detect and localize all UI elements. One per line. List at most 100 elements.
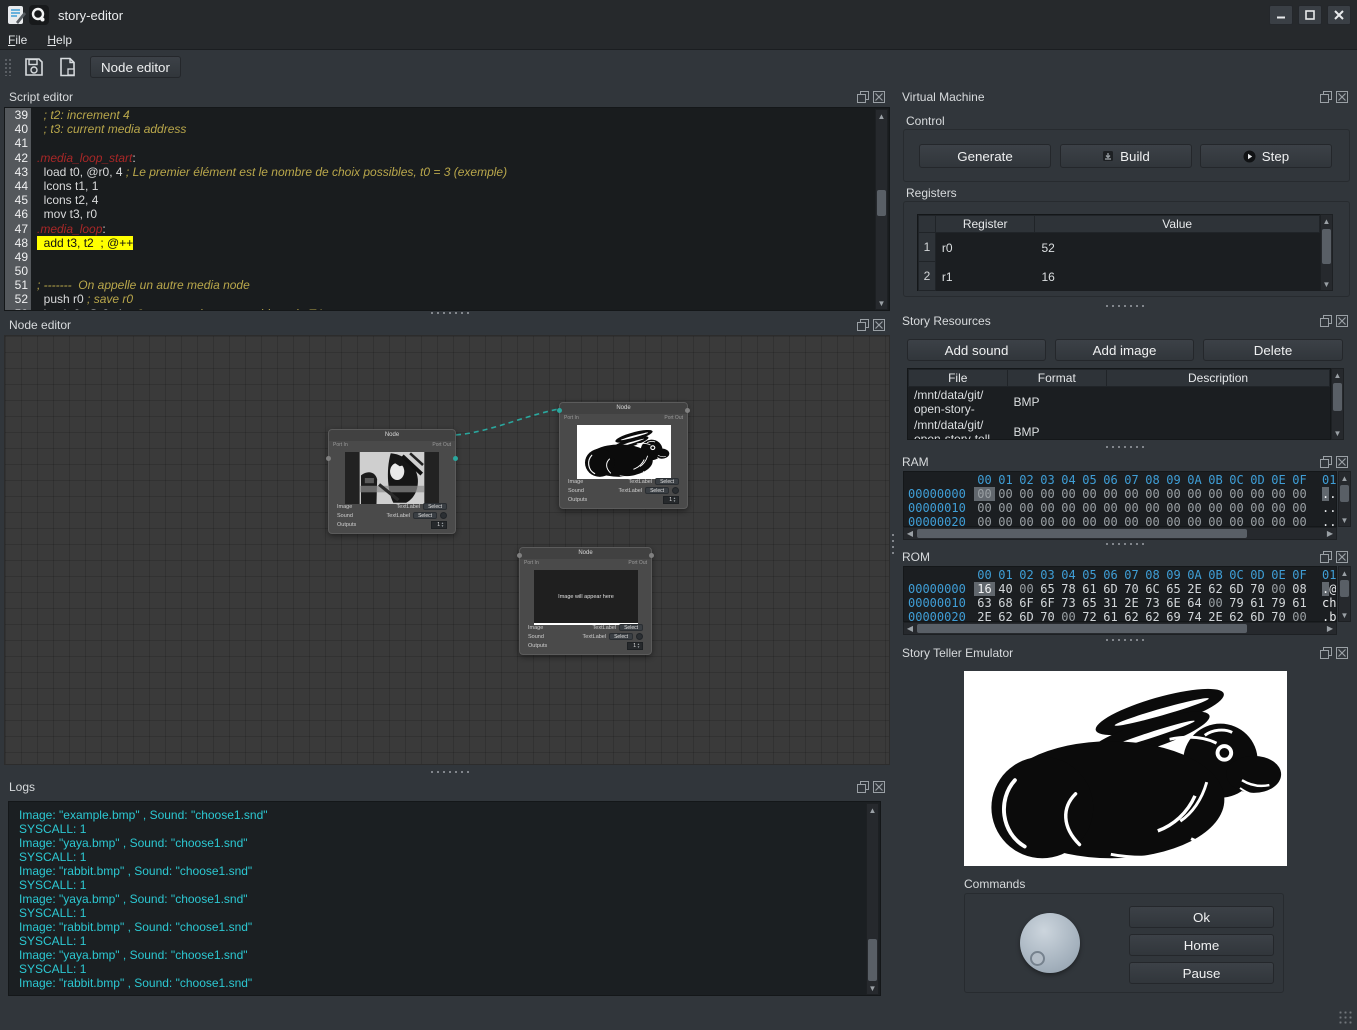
rom-vscrollbar[interactable]: ▲ ▼ bbox=[1338, 566, 1351, 622]
port-in-dot[interactable] bbox=[557, 408, 562, 413]
scroll-left-icon[interactable]: ◀ bbox=[904, 528, 916, 539]
select-image-button[interactable]: Select bbox=[619, 624, 643, 631]
step-button[interactable]: Step bbox=[1200, 144, 1332, 168]
hex-row[interactable]: 0000001000000000000000000000000000000000… bbox=[904, 501, 1336, 515]
add-sound-button[interactable]: Add sound bbox=[907, 339, 1046, 361]
port-in-dot[interactable] bbox=[517, 553, 522, 558]
register-row[interactable]: 1r052 bbox=[918, 233, 1320, 262]
registers-table[interactable]: Register Value 1r0522r116 bbox=[917, 214, 1321, 291]
scroll-down-icon[interactable]: ▼ bbox=[1339, 609, 1350, 621]
menu-help[interactable]: Help bbox=[47, 33, 72, 47]
port-out-dot[interactable] bbox=[453, 456, 458, 461]
close-button[interactable] bbox=[1327, 5, 1351, 25]
port-out-dot[interactable] bbox=[685, 408, 690, 413]
close-icon[interactable] bbox=[1336, 315, 1348, 327]
float-icon[interactable] bbox=[857, 319, 869, 331]
save-icon[interactable] bbox=[22, 55, 46, 79]
float-icon[interactable] bbox=[1320, 647, 1332, 659]
wheel-knob[interactable] bbox=[1020, 913, 1080, 973]
hex-row[interactable]: 0000002000000000000000000000000000000000… bbox=[904, 515, 1336, 527]
splitter-rom-emulator[interactable] bbox=[1104, 637, 1144, 643]
registers-scrollbar[interactable]: ▲ ▼ bbox=[1320, 214, 1333, 291]
ram-hscrollbar[interactable]: ◀ ▶ bbox=[903, 527, 1337, 540]
hex-row[interactable]: 0000001063686F6F7365312E736E640079617961… bbox=[904, 596, 1336, 610]
script-editor-scrollbar[interactable]: ▲ ▼ bbox=[875, 109, 888, 310]
script-editor[interactable]: 39 ; t2: increment 440 ; t3: current med… bbox=[4, 107, 890, 311]
splitter-columns[interactable] bbox=[890, 532, 896, 558]
close-icon[interactable] bbox=[873, 319, 885, 331]
ram-hex-view[interactable]: 000102030405060708090A0B0C0D0E0F01234567… bbox=[903, 471, 1337, 527]
scroll-right-icon[interactable]: ▶ bbox=[1324, 623, 1336, 634]
window-resize-grip[interactable] bbox=[1338, 1010, 1352, 1024]
select-image-button[interactable]: Select bbox=[423, 503, 447, 510]
generate-button[interactable]: Generate bbox=[919, 144, 1051, 168]
scroll-down-icon[interactable]: ▼ bbox=[867, 982, 878, 994]
maximize-button[interactable] bbox=[1298, 5, 1322, 25]
scroll-right-icon[interactable]: ▶ bbox=[1324, 528, 1336, 539]
outputs-spinbox[interactable]: 1▲▼ bbox=[431, 521, 447, 529]
float-icon[interactable] bbox=[857, 781, 869, 793]
float-icon[interactable] bbox=[1320, 315, 1332, 327]
register-row[interactable]: 2r116 bbox=[918, 262, 1320, 291]
scroll-up-icon[interactable]: ▲ bbox=[1339, 567, 1350, 579]
play-sound-icon[interactable] bbox=[672, 487, 679, 494]
scroll-up-icon[interactable]: ▲ bbox=[876, 110, 887, 122]
scroll-down-icon[interactable]: ▼ bbox=[876, 297, 887, 309]
outputs-spinbox[interactable]: 1▲▼ bbox=[627, 642, 643, 650]
splitter-vm-resources[interactable] bbox=[1104, 303, 1144, 309]
column-file[interactable]: File bbox=[908, 369, 1008, 387]
close-icon[interactable] bbox=[1336, 551, 1348, 563]
port-out-dot[interactable] bbox=[649, 553, 654, 558]
resources-table[interactable]: File Format Description /mnt/data/git/op… bbox=[907, 368, 1331, 440]
splitter-node-logs[interactable] bbox=[429, 769, 469, 775]
hex-row[interactable]: 000000001640006578616D706C652E626D700008… bbox=[904, 582, 1336, 596]
play-sound-icon[interactable] bbox=[636, 633, 643, 640]
float-icon[interactable] bbox=[857, 91, 869, 103]
logs-scrollbar[interactable]: ▲ ▼ bbox=[866, 803, 879, 995]
ok-button[interactable]: Ok bbox=[1129, 906, 1274, 928]
play-sound-icon[interactable] bbox=[440, 512, 447, 519]
hex-row[interactable]: 0000000000000000000000000000000000000000… bbox=[904, 487, 1336, 501]
home-button[interactable]: Home bbox=[1129, 934, 1274, 956]
float-icon[interactable] bbox=[1320, 551, 1332, 563]
media-node-empty[interactable]: Node Port In Port Out Image will appear … bbox=[519, 547, 652, 655]
splitter-ram-rom[interactable] bbox=[1104, 541, 1144, 547]
close-icon[interactable] bbox=[873, 91, 885, 103]
port-in-dot[interactable] bbox=[326, 456, 331, 461]
select-sound-button[interactable]: Select bbox=[609, 633, 633, 640]
resources-scrollbar[interactable]: ▲ ▼ bbox=[1331, 368, 1344, 440]
column-register[interactable]: Register bbox=[936, 215, 1036, 233]
logs-view[interactable]: Image: "example.bmp" , Sound: "choose1.s… bbox=[8, 801, 881, 996]
select-sound-button[interactable]: Select bbox=[413, 512, 437, 519]
float-icon[interactable] bbox=[1320, 456, 1332, 468]
close-icon[interactable] bbox=[1336, 91, 1348, 103]
menu-file[interactable]: File bbox=[8, 33, 27, 47]
scroll-up-icon[interactable]: ▲ bbox=[867, 804, 878, 816]
close-icon[interactable] bbox=[1336, 456, 1348, 468]
node-editor-toolbar-button[interactable]: Node editor bbox=[90, 56, 181, 78]
column-value[interactable]: Value bbox=[1035, 215, 1320, 233]
scroll-down-icon[interactable]: ▼ bbox=[1321, 278, 1332, 290]
scroll-down-icon[interactable]: ▼ bbox=[1339, 514, 1350, 526]
outputs-spinbox[interactable]: 1▲▼ bbox=[663, 496, 679, 504]
toolbar-drag-handle[interactable] bbox=[4, 58, 12, 76]
delete-button[interactable]: Delete bbox=[1203, 339, 1343, 361]
rom-hscrollbar[interactable]: ◀ ▶ bbox=[903, 622, 1337, 635]
scroll-up-icon[interactable]: ▲ bbox=[1321, 215, 1332, 227]
build-button[interactable]: Build bbox=[1060, 144, 1192, 168]
media-node-rabbit[interactable]: Node Port In Port Out ImageTextLabelSele… bbox=[559, 402, 688, 509]
scroll-down-icon[interactable]: ▼ bbox=[1332, 427, 1343, 439]
scroll-left-icon[interactable]: ◀ bbox=[904, 623, 916, 634]
column-format[interactable]: Format bbox=[1008, 369, 1108, 387]
rom-hex-view[interactable]: 000102030405060708090A0B0C0D0E0F01234567… bbox=[903, 566, 1337, 622]
node-editor-canvas[interactable]: Node Port In Port Out ImageTextLabelSele… bbox=[4, 335, 890, 765]
close-icon[interactable] bbox=[1336, 647, 1348, 659]
close-icon[interactable] bbox=[873, 781, 885, 793]
select-sound-button[interactable]: Select bbox=[645, 487, 669, 494]
ram-vscrollbar[interactable]: ▲ ▼ bbox=[1338, 471, 1351, 527]
resource-row[interactable]: /mnt/data/git/open-story-tell…BMP bbox=[908, 387, 1330, 417]
add-image-button[interactable]: Add image bbox=[1055, 339, 1194, 361]
scroll-up-icon[interactable]: ▲ bbox=[1332, 369, 1343, 381]
scroll-up-icon[interactable]: ▲ bbox=[1339, 472, 1350, 484]
hex-row[interactable]: 000000202E626D70007261626269742E626D7000… bbox=[904, 610, 1336, 622]
